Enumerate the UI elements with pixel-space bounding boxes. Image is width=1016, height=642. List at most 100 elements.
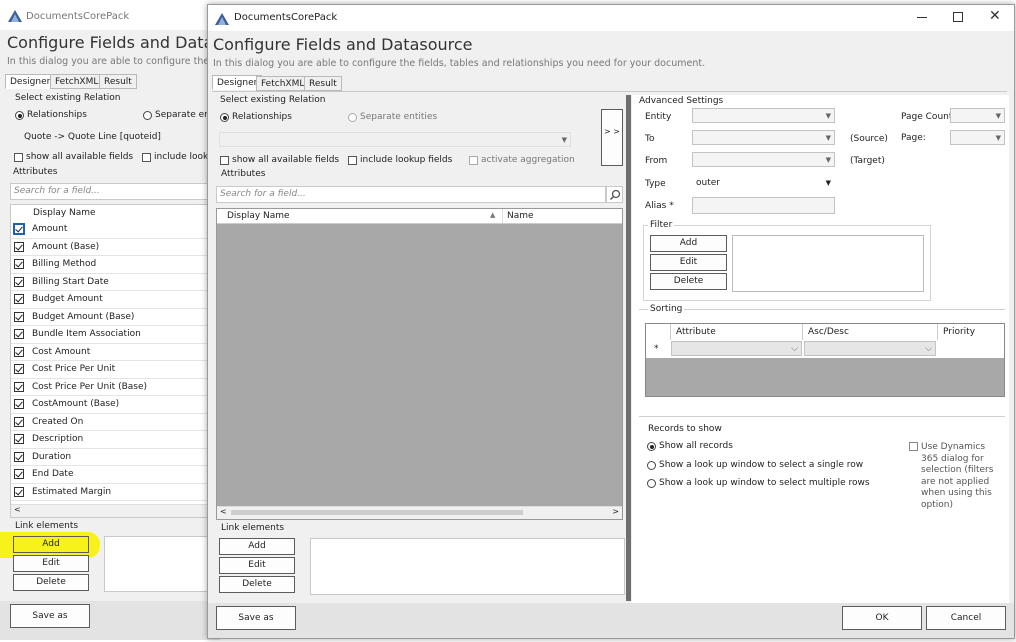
sort-col-attribute[interactable]: Attribute [676, 327, 716, 337]
scroll-right-icon[interactable]: > [612, 507, 619, 516]
row-checkbox[interactable] [14, 469, 24, 479]
table-row[interactable]: Budget Amount (Base) [11, 308, 220, 326]
scroll-thumb[interactable] [231, 510, 523, 515]
page-count-dropdown[interactable]: ▼ [950, 108, 1005, 123]
attributes-hscroll[interactable]: < > [217, 506, 622, 519]
back-radio-separate[interactable] [143, 111, 152, 120]
row-checkbox[interactable] [14, 311, 24, 322]
table-row[interactable]: Budget Amount [11, 291, 220, 309]
row-checkbox[interactable] [14, 416, 24, 427]
from-dropdown[interactable]: ▼ [692, 152, 835, 167]
row-checkbox[interactable] [14, 276, 24, 287]
save-as-button[interactable]: Save as [216, 606, 296, 630]
row-checkbox[interactable] [14, 451, 24, 462]
row-label: Budget Amount (Base) [32, 311, 135, 322]
radio-relationships[interactable] [220, 113, 229, 122]
radio-separate-entities[interactable] [348, 113, 357, 122]
back-show-all-checkbox[interactable] [14, 153, 23, 162]
link-add-button[interactable]: Add [219, 538, 295, 555]
back-tab-fetchxml[interactable]: FetchXML [50, 74, 104, 89]
table-row[interactable]: Amount [11, 221, 220, 239]
type-dropdown[interactable]: outer ▼ [692, 175, 835, 190]
minimize-icon[interactable] [917, 17, 927, 18]
radio-show-all-records[interactable] [647, 442, 656, 451]
table-row[interactable]: Duration [11, 448, 220, 466]
row-checkbox[interactable] [13, 223, 25, 235]
dynamics-dialog-checkbox[interactable] [909, 442, 918, 451]
col-display-name[interactable]: Display Name [227, 211, 290, 221]
radio-separate-label: Separate entities [360, 112, 438, 122]
back-tab-result[interactable]: Result [99, 74, 137, 89]
row-checkbox[interactable] [14, 241, 24, 252]
back-edit-button[interactable]: Edit [13, 555, 89, 572]
radio-multiple-rows[interactable] [647, 479, 656, 488]
search-icon[interactable] [606, 186, 623, 203]
table-row[interactable]: Billing Start Date [11, 273, 220, 291]
table-row[interactable]: Estimated Margin [11, 483, 220, 501]
table-row[interactable]: CostAmount (Base) [11, 396, 220, 414]
from-label: From [645, 156, 668, 166]
back-col-display-name[interactable]: Display Name [33, 208, 96, 218]
filter-delete-button[interactable]: Delete [650, 273, 727, 290]
activate-aggregation-checkbox[interactable] [469, 156, 478, 165]
front-tab-fetchxml[interactable]: FetchXML [256, 76, 310, 91]
row-checkbox[interactable] [14, 259, 24, 269]
ok-button[interactable]: OK [842, 606, 922, 630]
include-lookup-checkbox[interactable] [348, 156, 357, 165]
relation-dropdown[interactable]: ▼ [219, 132, 571, 147]
filter-add-button[interactable]: Add [650, 235, 727, 252]
maximize-icon[interactable] [953, 12, 963, 22]
table-row[interactable]: Billing Method [11, 256, 220, 274]
table-row[interactable]: Amount (Base) [11, 238, 220, 256]
sort-attribute-dropdown[interactable]: ⌵ [671, 341, 802, 356]
close-icon[interactable]: ✕ [989, 8, 1001, 24]
row-checkbox[interactable] [14, 399, 24, 409]
expand-advanced-button[interactable]: > > [601, 109, 623, 166]
entity-dropdown[interactable]: ▼ [692, 108, 835, 123]
col-name[interactable]: Name [507, 211, 534, 221]
back-grid-hscroll[interactable]: < [11, 504, 220, 517]
row-checkbox[interactable] [14, 346, 24, 357]
row-checkbox[interactable] [14, 434, 24, 444]
table-row[interactable]: Created On [11, 413, 220, 431]
row-checkbox[interactable] [14, 294, 24, 304]
back-radio-relationships[interactable] [15, 111, 24, 120]
alias-input[interactable] [692, 197, 835, 214]
table-row[interactable]: Description [11, 431, 220, 449]
sort-col-priority[interactable]: Priority [943, 327, 975, 337]
link-edit-button[interactable]: Edit [219, 557, 295, 574]
source-label: (Source) [850, 134, 888, 144]
scroll-left-icon[interactable]: < [14, 505, 21, 514]
link-delete-button[interactable]: Delete [219, 576, 295, 593]
row-checkbox[interactable] [14, 381, 24, 392]
front-tab-result[interactable]: Result [304, 76, 342, 91]
panel-splitter[interactable] [626, 95, 631, 601]
page-dropdown[interactable]: ▼ [950, 130, 1005, 145]
table-row[interactable]: End Date [11, 466, 220, 484]
show-all-fields-checkbox[interactable] [220, 156, 229, 165]
back-relation-value[interactable]: Quote -> Quote Line [quoteid] [24, 132, 161, 142]
back-search-input[interactable]: Search for a field... [10, 183, 220, 200]
back-tab-designer[interactable]: Designer [5, 74, 56, 89]
scroll-left-icon[interactable]: < [220, 507, 227, 516]
sort-col-ascdesc[interactable]: Asc/Desc [808, 327, 849, 337]
radio-single-row[interactable] [647, 461, 656, 470]
row-checkbox[interactable] [14, 486, 24, 497]
search-field-input[interactable]: Search for a field... [216, 186, 606, 203]
sorting-new-row[interactable]: * ⌵ ⌵ [646, 340, 1004, 358]
cancel-button[interactable]: Cancel [926, 606, 1006, 630]
back-delete-button[interactable]: Delete [13, 574, 89, 591]
row-checkbox[interactable] [14, 329, 24, 339]
filter-edit-button[interactable]: Edit [650, 254, 727, 271]
back-add-button[interactable]: Add [13, 536, 89, 553]
back-include-lookup-checkbox[interactable] [142, 153, 151, 162]
table-row[interactable]: Cost Amount [11, 343, 220, 361]
table-row[interactable]: Cost Price Per Unit (Base) [11, 378, 220, 396]
table-row[interactable]: Cost Price Per Unit [11, 361, 220, 379]
sort-ascdesc-dropdown[interactable]: ⌵ [804, 341, 936, 356]
to-dropdown[interactable]: ▼ [692, 130, 835, 145]
front-tab-designer[interactable]: Designer [212, 75, 263, 90]
row-checkbox[interactable] [14, 364, 24, 374]
back-save-as-button[interactable]: Save as [10, 604, 90, 628]
table-row[interactable]: Bundle Item Association [11, 326, 220, 344]
